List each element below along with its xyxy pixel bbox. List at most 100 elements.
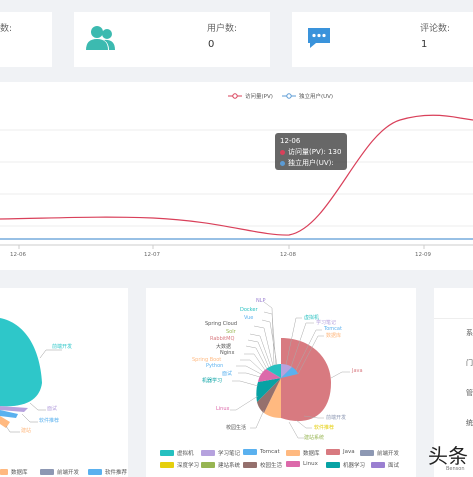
legend-swatch bbox=[40, 469, 54, 475]
legend-label: Tomcat bbox=[260, 449, 280, 455]
pie-label: 机器学习 bbox=[202, 378, 223, 384]
stat-label: 评论数: bbox=[420, 24, 451, 34]
legend-swatch bbox=[326, 449, 340, 455]
pie-label: Python bbox=[206, 363, 224, 369]
legend-swatch bbox=[360, 450, 374, 456]
uv-dot bbox=[280, 160, 285, 166]
legend-item[interactable]: 学习笔记 bbox=[201, 449, 240, 457]
legend-swatch bbox=[201, 450, 215, 456]
legend-swatch bbox=[286, 450, 300, 456]
legend-swatch bbox=[243, 462, 257, 468]
legend-item[interactable]: Tomcat bbox=[243, 449, 280, 455]
legend-item[interactable]: 校园生活 bbox=[243, 461, 282, 469]
pie-label: 软件推荐 bbox=[39, 418, 60, 424]
visits-chart-card: 访问量(PV) 独立用户(UV) 12-06 12-07 12-08 12-09 bbox=[0, 82, 473, 270]
legend-label: 校园生活 bbox=[260, 463, 283, 469]
comment-icon bbox=[308, 28, 330, 48]
pie-label: 前端开发 bbox=[326, 415, 347, 421]
legend-label: 面试 bbox=[388, 463, 400, 469]
legend-item[interactable]: 前端开发 bbox=[40, 468, 79, 476]
legend-label: 前端开发 bbox=[57, 470, 80, 476]
legend-item[interactable]: Java bbox=[326, 449, 355, 455]
legend-item[interactable]: 建站系统 bbox=[201, 461, 240, 469]
watermark-sub: Benson bbox=[446, 466, 465, 472]
pie-slice-site bbox=[0, 416, 10, 428]
pie-label: Vue bbox=[244, 315, 254, 321]
legend-item[interactable]: 面试 bbox=[371, 461, 399, 469]
left-pie-chart bbox=[0, 318, 62, 433]
pie-label: RabbitMQ bbox=[210, 336, 235, 342]
legend-swatch bbox=[88, 469, 102, 475]
info-label: 统 bbox=[466, 419, 473, 427]
category-pie-card: NLP Docker Vue Spring Cloud Solr RabbitM… bbox=[146, 288, 416, 477]
legend-label: 前端开发 bbox=[377, 451, 400, 457]
pie-label: 大数据 bbox=[216, 344, 232, 350]
legend-swatch bbox=[371, 462, 385, 468]
stat-card-users: 用户数: 0 bbox=[74, 12, 270, 67]
card-divider bbox=[434, 318, 473, 319]
pie-slice-frontend bbox=[0, 318, 42, 407]
stat-value: 0 bbox=[208, 39, 215, 50]
watermark: 头条 bbox=[428, 444, 468, 468]
left-pie-card: 前端开发 面试 软件推荐 建站 数据库 前端开发 软件推荐 bbox=[0, 288, 128, 477]
legend-item[interactable]: 数据库 bbox=[0, 468, 28, 476]
legend-label: 数据库 bbox=[11, 470, 28, 476]
stat-label: 用户数: bbox=[207, 24, 238, 34]
gridlines bbox=[0, 129, 473, 227]
legend-swatch bbox=[286, 461, 300, 467]
legend-swatch bbox=[160, 462, 174, 468]
info-label: 系 bbox=[466, 329, 473, 337]
x-tick-label: 12-06 bbox=[10, 252, 26, 258]
legend-label: 虚拟机 bbox=[177, 451, 194, 457]
legend-item[interactable]: 虚拟机 bbox=[160, 449, 194, 457]
tooltip-title: 12-06 bbox=[280, 137, 301, 145]
pie-label: 学习笔记 bbox=[316, 320, 337, 326]
pie-label: 建站系统 bbox=[304, 435, 325, 441]
legend-item[interactable]: 软件推荐 bbox=[88, 468, 127, 476]
info-label: 管 bbox=[466, 389, 473, 397]
pie-label: 面试 bbox=[222, 371, 233, 377]
series-pv-line bbox=[0, 114, 473, 236]
tooltip-uv: 独立用户(UV): 46 bbox=[280, 159, 334, 178]
pie-label: 面试 bbox=[47, 406, 58, 412]
legend-label: 学习笔记 bbox=[218, 451, 241, 457]
x-tick-label: 12-08 bbox=[280, 252, 296, 258]
pie-label: 数据库 bbox=[326, 333, 342, 339]
legend-item[interactable]: Linux bbox=[286, 461, 318, 467]
legend-label: 软件推荐 bbox=[105, 470, 128, 476]
pie-label: 前端开发 bbox=[52, 344, 73, 350]
tooltip-pv: 访问量(PV): 130 bbox=[288, 148, 342, 156]
legend-label: 数据库 bbox=[303, 451, 320, 457]
line-chart-plot bbox=[0, 114, 473, 249]
pie-label: NLP bbox=[256, 298, 266, 304]
stat-card-articles: 数: bbox=[0, 12, 52, 67]
legend-swatch bbox=[326, 462, 340, 468]
legend-swatch bbox=[201, 462, 215, 468]
pie-label: 建站 bbox=[21, 428, 32, 434]
legend-label: Linux bbox=[303, 461, 318, 467]
legend-swatch bbox=[243, 449, 257, 455]
legend-label: Java bbox=[343, 449, 355, 455]
legend-item[interactable]: 机器学习 bbox=[326, 461, 365, 469]
pie-slices bbox=[256, 338, 331, 422]
stat-value: 1 bbox=[421, 39, 428, 50]
legend-item[interactable]: 前端开发 bbox=[360, 449, 399, 457]
x-tick-label: 12-09 bbox=[415, 252, 431, 258]
pie-label: Solr bbox=[226, 329, 236, 335]
pv-dot bbox=[280, 149, 285, 155]
chart-tooltip: 12-06 访问量(PV): 130 独立用户(UV): 46 bbox=[275, 133, 347, 178]
legend-item[interactable]: 数据库 bbox=[286, 449, 320, 457]
legend-swatch bbox=[160, 450, 174, 456]
pie-label: 软件推荐 bbox=[314, 425, 335, 431]
pie-label: Docker bbox=[240, 307, 258, 313]
stat-label: 数: bbox=[0, 24, 13, 34]
legend-label: 机器学习 bbox=[343, 463, 366, 469]
tooltip-pv-row: 访问量(PV): 130 bbox=[280, 147, 342, 158]
legend-item[interactable]: 深度学习 bbox=[160, 461, 199, 469]
pie-label: Java bbox=[352, 368, 363, 374]
legend-label: 深度学习 bbox=[177, 463, 200, 469]
legend-label: 建站系统 bbox=[218, 463, 241, 469]
pie-label: Nginx bbox=[220, 350, 235, 356]
pie-label: 校园生活 bbox=[226, 425, 247, 431]
stat-card-comments: 评论数: 1 bbox=[292, 12, 473, 67]
